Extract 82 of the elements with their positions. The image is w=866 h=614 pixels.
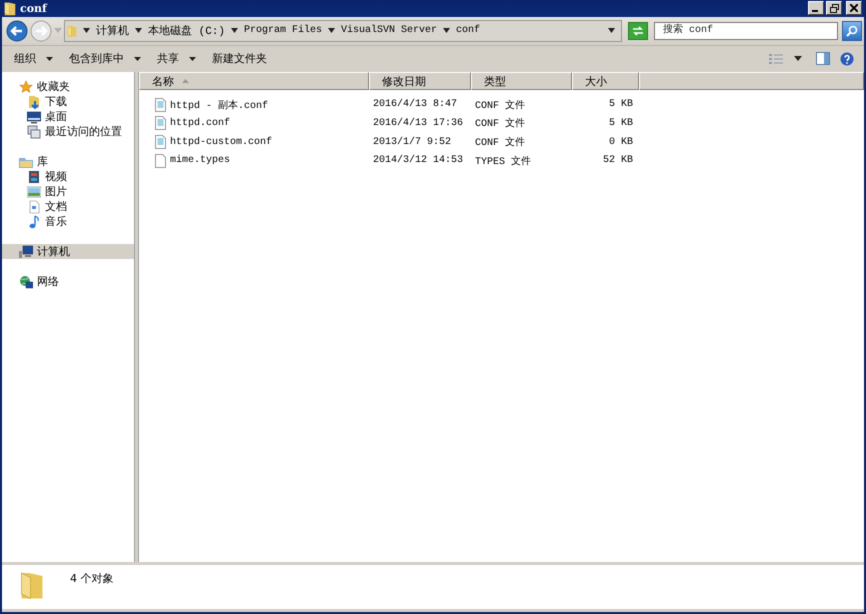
file-name[interactable]: httpd-custom.conf	[170, 136, 272, 148]
nav-item[interactable]: 网络	[2, 274, 134, 290]
file-type: CONF 文件	[475, 100, 526, 112]
file-icon	[155, 154, 166, 168]
close-icon	[850, 4, 858, 12]
file-name[interactable]: httpd.conf	[170, 118, 230, 129]
modified-date: 2013/1/7 9:52	[373, 136, 452, 148]
caret-icon	[134, 56, 141, 61]
minimize-button[interactable]	[808, 1, 824, 16]
toolbar-button[interactable]: 包含到库中	[63, 49, 147, 68]
file-type: CONF 文件	[475, 138, 526, 149]
window-title: conf	[20, 2, 48, 15]
nav-item[interactable]: 桌面	[2, 109, 134, 124]
refresh-button[interactable]	[628, 22, 648, 40]
toolbar-button[interactable]: 共享	[151, 49, 202, 68]
folder-icon	[67, 22, 77, 39]
windows-icon	[27, 124, 41, 139]
breadcrumb-item[interactable]: VisualSVN Server	[341, 25, 438, 36]
breadcrumb-item[interactable]: Program Files	[244, 25, 322, 36]
dropdown-icon[interactable]	[608, 28, 615, 34]
close-button[interactable]	[846, 1, 862, 16]
file-type: TYPES 文件	[475, 156, 532, 168]
toolbar-button[interactable]: 组织	[8, 49, 59, 68]
config-file-icon	[155, 98, 166, 112]
file-name[interactable]: mime.types	[170, 155, 230, 166]
nav-item[interactable]: 视频	[2, 169, 134, 184]
toolbar-button[interactable]: 新建文件夹	[206, 49, 273, 68]
file-type: CONF 文件	[475, 119, 526, 130]
search-icon	[846, 24, 858, 37]
dropdown-icon[interactable]	[794, 56, 802, 62]
breadcrumb-item[interactable]: 计算机	[96, 23, 129, 38]
search-field[interactable]: 搜索 conf	[654, 22, 838, 40]
file-name[interactable]: httpd - 副本.conf	[170, 98, 268, 112]
help-icon[interactable]	[840, 52, 854, 66]
nav-item[interactable]: 计算机	[2, 244, 134, 260]
sort-arrow-icon	[182, 79, 189, 84]
chevron-icon[interactable]	[443, 28, 450, 34]
nav-item[interactable]: 最近访问的位置	[2, 124, 134, 140]
config-file-icon	[155, 116, 166, 130]
nav-item[interactable]: 下载	[2, 94, 134, 110]
file-size: 5 KB	[608, 99, 633, 110]
breadcrumb-item[interactable]: conf	[456, 25, 480, 36]
back-button[interactable]	[6, 20, 28, 42]
monitor-icon	[27, 110, 41, 124]
file-size: 0 KB	[608, 136, 633, 148]
nav-item[interactable]: 图片	[2, 184, 134, 200]
column-header[interactable]: 类型	[471, 72, 572, 90]
music-note-icon	[27, 214, 41, 229]
caret-icon	[46, 56, 53, 61]
item-count: 4 个对象	[70, 571, 114, 586]
chevron-icon[interactable]	[328, 28, 336, 34]
modified-date: 2016/4/13 8:47	[373, 99, 458, 110]
star-icon	[19, 80, 33, 94]
modified-date: 2014/3/12 14:53	[373, 155, 464, 166]
column-header[interactable]: 大小	[572, 72, 639, 90]
preview-pane-icon[interactable]	[816, 52, 830, 66]
config-file-icon	[155, 135, 166, 149]
nav-item[interactable]: 收藏夹	[2, 79, 134, 94]
file-size: 52 KB	[602, 155, 633, 166]
address-field[interactable]: 计算机 本地磁盘 (C:) Program Files VisualSVN Server conf	[64, 20, 622, 42]
chevron-icon[interactable]	[231, 28, 238, 34]
image-icon	[27, 184, 41, 199]
restore-button[interactable]	[826, 1, 842, 16]
column-header[interactable]: 名称	[139, 72, 369, 90]
film-icon	[27, 170, 41, 184]
caret-icon	[189, 56, 196, 61]
restore-icon	[830, 4, 838, 13]
file-size: 5 KB	[608, 118, 633, 129]
computer-icon	[19, 244, 33, 259]
nav-item[interactable]: 音乐	[2, 214, 134, 230]
search-button[interactable]	[842, 20, 862, 41]
nav-item[interactable]: 库	[2, 154, 134, 170]
chevron-icon[interactable]	[135, 28, 142, 34]
folder-icon	[4, 0, 16, 16]
modified-date: 2016/4/13 17:36	[373, 118, 464, 129]
breadcrumb-item[interactable]: 本地磁盘 (C:)	[148, 23, 226, 38]
download-folder-icon	[27, 94, 41, 109]
nav-item[interactable]: 文档	[2, 199, 134, 214]
chevron-icon[interactable]	[83, 28, 90, 34]
document-icon	[27, 200, 41, 214]
column-header[interactable]: 修改日期	[369, 72, 471, 90]
globe-icon	[19, 274, 33, 289]
